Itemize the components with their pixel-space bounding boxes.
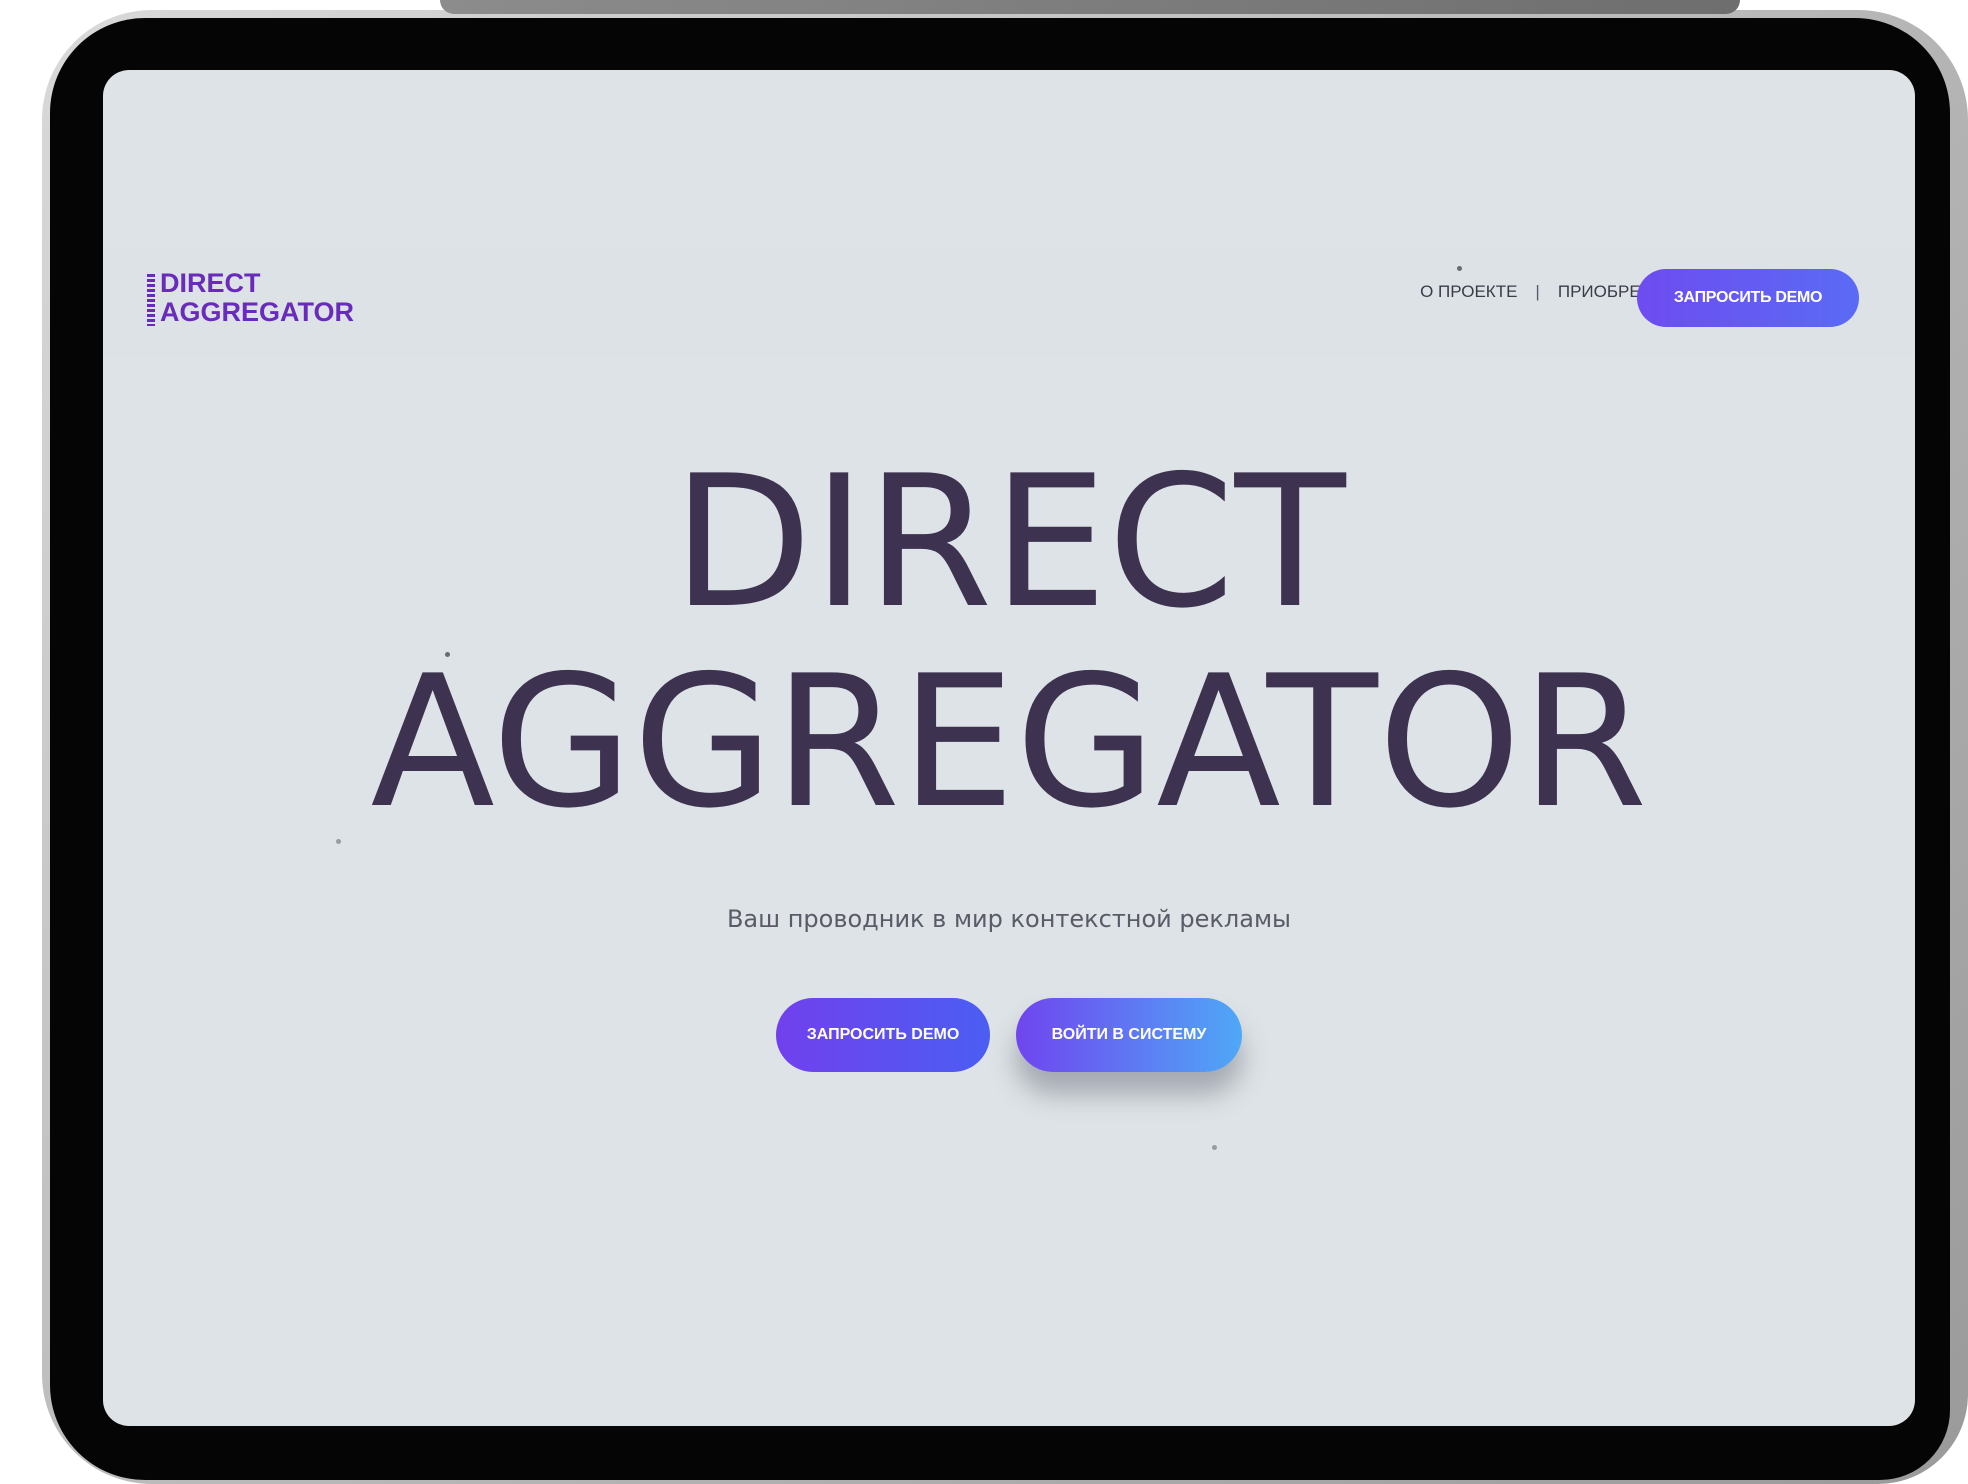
nav-separator: |	[1535, 282, 1540, 301]
logo[interactable]: DIRECT AGGREGATOR	[147, 269, 354, 327]
decorative-dot	[1457, 266, 1462, 271]
logo-bars-icon	[147, 274, 155, 326]
hero-login-button[interactable]: ВОЙТИ В СИСТЕМУ	[1016, 998, 1242, 1072]
logo-line2: AGGREGATOR	[160, 297, 355, 327]
nav-request-demo-button[interactable]: ЗАПРОСИТЬ DEMO	[1637, 269, 1859, 327]
nav-link-about[interactable]: О ПРОЕКТЕ	[1420, 282, 1517, 302]
decorative-dot	[1212, 1145, 1217, 1150]
hero-subtitle: Ваш проводник в мир контекстной рекламы	[726, 905, 1292, 933]
hero-title-line1: DIRECT	[672, 436, 1346, 648]
logo-line1: DIRECT	[160, 268, 261, 298]
hero-title-line2: AGGREGATOR	[370, 636, 1648, 848]
hero-buttons: ЗАПРОСИТЬ DEMO ВОЙТИ В СИСТЕМУ	[103, 998, 1915, 1072]
decorative-dot	[336, 839, 341, 844]
screen: DIRECT AGGREGATOR О ПРОЕКТЕ | ПРИОБРЕСТИ…	[103, 70, 1915, 1426]
device-top-edge	[440, 0, 1740, 14]
hero-request-demo-button[interactable]: ЗАПРОСИТЬ DEMO	[776, 998, 990, 1072]
logo-text: DIRECT AGGREGATOR	[160, 269, 354, 327]
decorative-dot	[445, 652, 450, 657]
